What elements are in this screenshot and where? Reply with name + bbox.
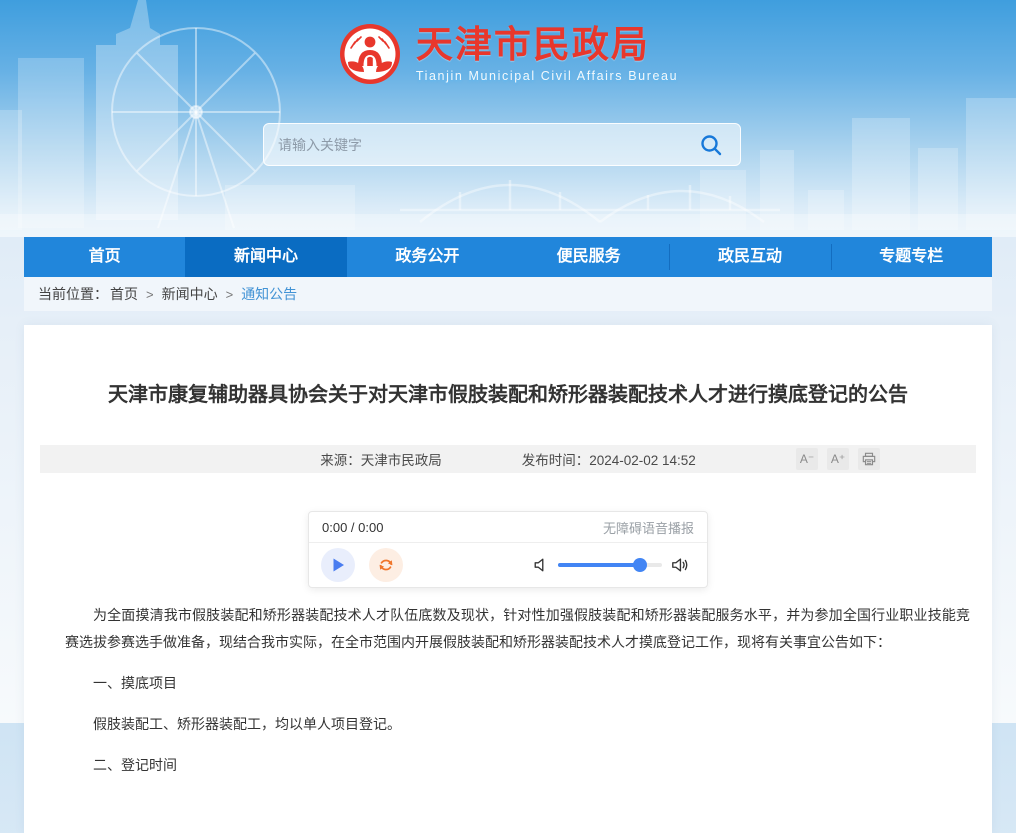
breadcrumb-home[interactable]: 首页	[110, 284, 138, 304]
volume-slider-thumb[interactable]	[633, 558, 647, 572]
volume-slider[interactable]	[558, 563, 662, 567]
replay-icon	[376, 555, 396, 575]
article-title: 天津市康复辅助器具协会关于对天津市假肢装配和矫形器装配技术人才进行摸底登记的公告	[24, 381, 992, 409]
play-icon	[330, 557, 346, 573]
nav-item-news[interactable]: 新闻中心	[185, 237, 346, 277]
nav-item-special[interactable]: 专题专栏	[831, 237, 992, 277]
volume-low-icon	[533, 557, 549, 573]
font-decrease-button[interactable]: A⁻	[796, 448, 818, 470]
site-header: 天津市民政局 Tianjin Municipal Civil Affairs B…	[0, 0, 1016, 237]
search-bar	[263, 123, 741, 166]
site-subtitle: Tianjin Municipal Civil Affairs Bureau	[416, 69, 678, 83]
site-logo[interactable]: 天津市民政局 Tianjin Municipal Civil Affairs B…	[0, 22, 1016, 86]
search-button[interactable]	[696, 130, 726, 160]
breadcrumb-notices[interactable]: 通知公告	[241, 284, 297, 304]
breadcrumb: 当前位置： 首页 > 新闻中心 > 通知公告	[24, 277, 992, 311]
breadcrumb-separator: >	[146, 287, 154, 302]
audio-player: 0:00 / 0:00 无障碍语音播报	[308, 511, 708, 588]
printer-icon	[862, 452, 876, 466]
article-source: 来源：天津市民政局	[320, 449, 442, 469]
nav-item-services[interactable]: 便民服务	[508, 237, 669, 277]
volume-high-icon	[671, 556, 689, 574]
play-button[interactable]	[321, 548, 355, 582]
player-caption: 无障碍语音播报	[603, 518, 694, 537]
breadcrumb-news[interactable]: 新闻中心	[162, 284, 218, 304]
breadcrumb-label: 当前位置：	[38, 284, 108, 304]
article-body: 为全面摸清我市假肢装配和矫形器装配技术人才队伍底数及现状，针对性加强假肢装配和矫…	[24, 588, 992, 833]
search-input[interactable]	[278, 137, 696, 153]
site-title: 天津市民政局	[416, 25, 678, 66]
nav-item-gov-info[interactable]: 政务公开	[347, 237, 508, 277]
volume-control	[533, 556, 695, 574]
body-paragraph: 假肢装配工、矫形器装配工，均以单人项目登记。	[65, 711, 970, 738]
print-button[interactable]	[858, 448, 880, 470]
article-card: 天津市康复辅助器具协会关于对天津市假肢装配和矫形器装配技术人才进行摸底登记的公告…	[24, 325, 992, 833]
logo-emblem	[338, 22, 402, 86]
article-tools: A⁻ A⁺	[796, 448, 880, 470]
body-section-heading: 一、摸底项目	[65, 670, 970, 697]
font-increase-button[interactable]: A⁺	[827, 448, 849, 470]
nav-item-home[interactable]: 首页	[24, 237, 185, 277]
search-icon	[699, 133, 723, 157]
volume-slider-fill	[558, 563, 640, 567]
main-nav: 首页 新闻中心 政务公开 便民服务 政民互动 专题专栏	[24, 237, 992, 277]
nav-item-interaction[interactable]: 政民互动	[669, 237, 830, 277]
article-meta-bar: 来源：天津市民政局 发布时间：2024-02-02 14:52 A⁻ A⁺	[40, 445, 976, 473]
article-publish-time: 发布时间：2024-02-02 14:52	[522, 449, 696, 469]
player-time: 0:00 / 0:00	[322, 520, 383, 535]
body-paragraph: 为全面摸清我市假肢装配和矫形器装配技术人才队伍底数及现状，针对性加强假肢装配和矫…	[65, 602, 970, 656]
body-section-heading: 二、登记时间	[65, 752, 970, 779]
replay-button[interactable]	[369, 548, 403, 582]
breadcrumb-separator: >	[226, 287, 234, 302]
